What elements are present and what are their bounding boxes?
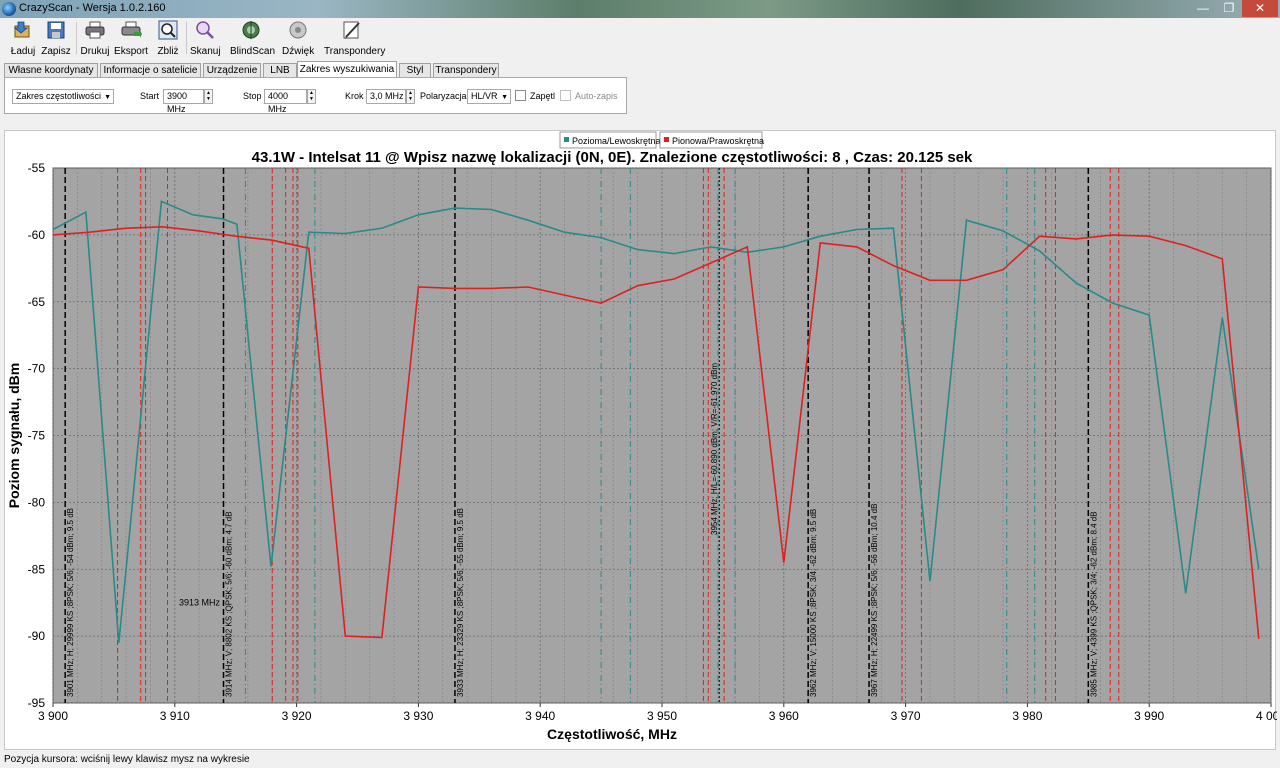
scan-button[interactable]: Skanuj — [190, 20, 221, 57]
x-tick-label: 3 910 — [160, 709, 190, 723]
toolbar: Ładuj Zapisz Drukuj Eksport Zbliż Skanuj — [0, 18, 1280, 58]
maximize-button[interactable]: ❐ — [1216, 0, 1242, 17]
minimize-button[interactable]: — — [1190, 0, 1216, 17]
load-icon — [12, 20, 34, 40]
status-bar: Pozycja kursora: wciśnij lewy klawisz my… — [0, 752, 1280, 768]
y-tick-label: -55 — [28, 161, 46, 175]
autosave-checkbox[interactable] — [560, 90, 571, 101]
step-spinner[interactable]: ▲ ▼ — [406, 89, 415, 104]
y-axis-label: Poziom sygnału, dBm — [6, 363, 22, 508]
legend-label-horizontal: Pozioma/Lewoskrętna — [572, 136, 661, 146]
legend-label-vertical: Pionowa/Prawoskrętna — [672, 136, 764, 146]
step-input[interactable]: 3,0 MHz ▲ ▼ — [366, 89, 415, 104]
y-tick-label: -85 — [28, 562, 46, 576]
tab-device[interactable]: Urządzenie — [203, 63, 261, 78]
transponder-label: 3933 MHz; H; 23329 KS ;8PSK; 5/6; -55 dB… — [456, 508, 465, 697]
spectrum-chart[interactable]: 3 900 3 910 3 920 3 930 3 940 3 950 3 960 3 970… — [4, 130, 1277, 751]
x-tick-label: 3 970 — [891, 709, 921, 723]
loop-label: Zapętl — [530, 91, 556, 101]
tab-lnb[interactable]: LNB — [263, 63, 297, 78]
transponder-label: 3962 MHz; V; 15000 KS ;8PSK; 3/4; -62 dB… — [809, 509, 818, 697]
zoom-button[interactable]: Zbliż — [154, 20, 182, 57]
x-tick-label: 3 990 — [1134, 709, 1164, 723]
app-icon — [2, 2, 16, 16]
range-mode-select[interactable]: Zakres częstotliwości ▼ — [12, 89, 114, 104]
tab-search-range[interactable]: Zakres wyszukiwania — [297, 61, 397, 78]
frequency-annotation: 3913 MHz — [179, 597, 221, 607]
legend-swatch-horizontal — [564, 137, 569, 142]
tab-style[interactable]: Styl — [399, 63, 431, 78]
y-tick-label: -70 — [28, 362, 46, 376]
step-value: 3,0 MHz — [370, 91, 404, 101]
cursor-marker-label: 3954 MHz; H/L=-60.890 dBm; V/R=-61.970 d… — [710, 363, 719, 535]
chevron-down-icon: ▼ — [104, 94, 111, 101]
y-tick-label: -95 — [28, 696, 46, 710]
title-bar: CrazyScan - Wersja 1.0.2.160 — ❐ ✕ — [0, 0, 1280, 18]
stop-spinner[interactable]: ▲ ▼ — [307, 89, 316, 104]
x-tick-label: 3 920 — [282, 709, 312, 723]
polarization-select[interactable]: HL/VR ▼ — [467, 89, 511, 104]
tab-satellite-info[interactable]: Informacje o satelicie — [100, 63, 201, 78]
transponder-label: 3985 MHz; V; 4399 KS ;QPSK; 3/4; -62 dBm… — [1089, 511, 1098, 697]
chevron-down-icon: ▼ — [501, 94, 508, 101]
transponders-icon — [341, 20, 363, 40]
x-tick-label: 3 950 — [647, 709, 677, 723]
transponders-button[interactable]: Transpondery — [324, 20, 385, 57]
y-tick-label: -90 — [28, 629, 46, 643]
blindscan-icon — [240, 20, 262, 40]
chart-legend: Pozioma/Lewoskrętna Pionowa/Prawoskrętna — [559, 131, 764, 149]
legend-swatch-vertical — [664, 137, 669, 142]
polarization-label: Polaryzacja — [420, 91, 467, 101]
y-tick-label: -80 — [28, 495, 46, 509]
start-frequency-input[interactable]: 3900 MHz ▲ ▼ — [163, 89, 213, 114]
transponder-label: 3901 MHz; H; 29999 KS ;8PSK; 5/6; -54 dB… — [66, 508, 75, 697]
close-button[interactable]: ✕ — [1242, 0, 1278, 17]
export-icon — [120, 20, 142, 40]
search-range-panel: Zakres częstotliwości ▼ Start 3900 MHz ▲… — [4, 77, 627, 114]
load-button[interactable]: Ładuj — [8, 20, 38, 57]
sound-button[interactable]: Dźwięk — [282, 20, 314, 57]
autosave-label: Auto-zapis — [575, 91, 618, 101]
start-label: Start — [140, 91, 160, 101]
print-icon — [84, 20, 106, 40]
chart-title: 43.1W - Intelsat 11 @ Wpisz nazwę lokali… — [252, 149, 973, 166]
save-button[interactable]: Zapisz — [40, 20, 72, 57]
loop-checkbox[interactable] — [515, 90, 526, 101]
start-frequency-value: 3900 MHz — [167, 91, 188, 114]
transponder-label: 3967 MHz; H; 22499 KS ;8PSK; 5/6; -56 dB… — [870, 504, 879, 697]
stop-frequency-value: 4000 MHz — [268, 91, 289, 114]
x-tick-label: 3 940 — [525, 709, 555, 723]
scan-icon — [194, 20, 216, 40]
export-button[interactable]: Eksport — [114, 20, 148, 57]
tab-transponders[interactable]: Transpondery — [433, 63, 499, 78]
settings-tabs: Własne koordynaty Informacje o satelicie… — [4, 61, 804, 78]
x-tick-label: 3 930 — [403, 709, 433, 723]
polarization-value: HL/VR — [471, 91, 498, 101]
start-spinner[interactable]: ▲ ▼ — [204, 89, 213, 104]
y-tick-label: -65 — [28, 295, 46, 309]
status-text: Pozycja kursora: wciśnij lewy klawisz my… — [4, 754, 250, 765]
tab-own-coordinates[interactable]: Własne koordynaty — [4, 63, 98, 78]
chart-svg[interactable]: 3 900 3 910 3 920 3 930 3 940 3 950 3 960 3 970… — [5, 131, 1277, 751]
x-tick-label: 3 960 — [769, 709, 799, 723]
step-label: Krok — [345, 91, 364, 101]
y-tick-label: -75 — [28, 429, 46, 443]
x-tick-label: 4 000 — [1256, 709, 1277, 723]
blindscan-button[interactable]: BlindScan — [230, 20, 275, 57]
sound-icon — [287, 20, 309, 40]
window-title: CrazyScan - Wersja 1.0.2.160 — [19, 2, 166, 14]
x-axis-label: Częstotliwość, MHz — [547, 726, 677, 742]
x-tick-label: 3 900 — [38, 709, 68, 723]
x-tick-label: 3 980 — [1012, 709, 1042, 723]
y-tick-label: -60 — [28, 228, 46, 242]
stop-label: Stop — [243, 91, 262, 101]
zoom-icon — [157, 20, 179, 40]
stop-frequency-input[interactable]: 4000 MHz ▲ ▼ — [264, 89, 316, 114]
print-button[interactable]: Drukuj — [80, 20, 110, 57]
save-icon — [45, 20, 67, 40]
range-mode-value: Zakres częstotliwości — [16, 91, 102, 101]
transponder-label: 3914 MHz; V; 8802 KS ;QPSK; 5/6; -60 dBm… — [225, 511, 234, 697]
